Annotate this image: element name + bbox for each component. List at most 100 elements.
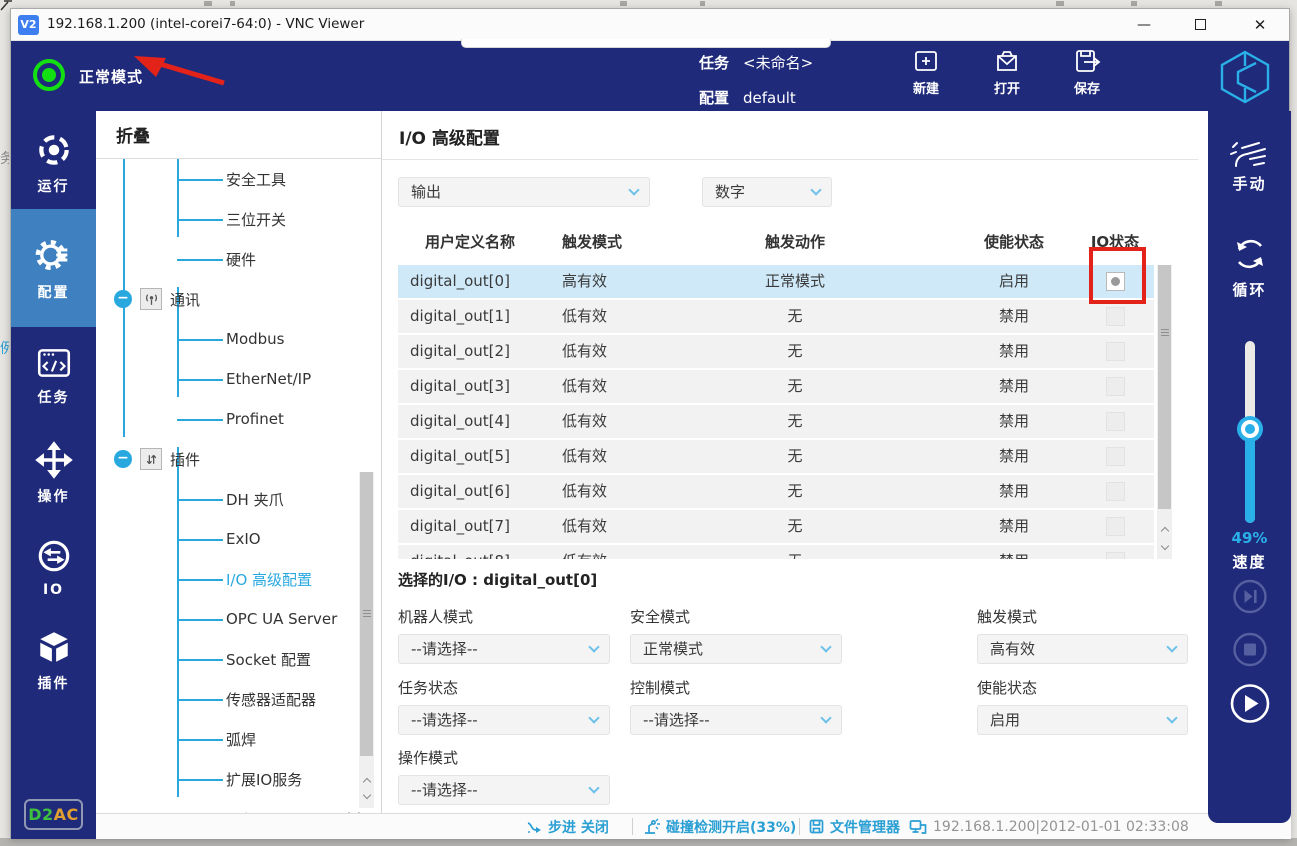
table-row[interactable]: digital_out[1] 低有效 无 禁用 xyxy=(398,300,1154,333)
tree-item[interactable]: − 插件 xyxy=(96,439,346,479)
tree-item[interactable]: − Profinet xyxy=(96,399,346,439)
tree-item[interactable]: − 传感器适配器 xyxy=(96,679,346,719)
loop-mode-label[interactable]: 循环 xyxy=(1208,279,1291,300)
save-button[interactable]: 保存 xyxy=(1056,47,1118,97)
io-state-indicator[interactable] xyxy=(1106,377,1125,396)
scroll-up-icon[interactable] xyxy=(359,774,374,790)
tree-item-label: EtherNet/IP xyxy=(226,370,311,388)
form-field-select[interactable]: --请选择-- xyxy=(398,634,610,664)
tree-scrollbar[interactable] xyxy=(359,472,374,808)
table-row[interactable]: digital_out[8] 低有效 无 禁用 xyxy=(398,545,1154,559)
tree-item-label: Socket 配置 xyxy=(226,649,311,670)
enable-state-cell: 禁用 xyxy=(954,475,1074,508)
table-scrollbar[interactable] xyxy=(1157,265,1172,559)
io-state-indicator[interactable] xyxy=(1106,482,1125,501)
desktop-fragment xyxy=(1215,1,1222,6)
form-field: 操作模式 --请选择-- xyxy=(398,747,610,805)
tree-item[interactable]: − ExIO xyxy=(96,519,346,559)
io-type-select[interactable]: 数字 xyxy=(702,177,832,207)
chevron-down-icon xyxy=(820,641,831,652)
io-state-indicator[interactable] xyxy=(1106,552,1125,559)
tree-header[interactable]: 折叠 xyxy=(96,111,381,159)
form-field-select[interactable]: --请选择-- xyxy=(630,705,842,735)
minimize-button[interactable]: — xyxy=(1123,9,1165,40)
form-field-select[interactable]: --请选择-- xyxy=(398,775,610,805)
sidebar-item-task[interactable]: 任务 xyxy=(11,327,96,425)
file-manager-button[interactable]: 文件管理器 xyxy=(808,814,900,839)
tree-item[interactable]: − OPC UA Server xyxy=(96,599,346,639)
table-row[interactable]: digital_out[0] 高有效 正常模式 启用 xyxy=(398,265,1154,298)
tree-item[interactable]: − 三位开关 xyxy=(96,199,346,239)
sidebar-item-plugin[interactable]: 插件 xyxy=(11,613,96,708)
form-field-select[interactable]: 高有效 xyxy=(977,634,1188,664)
speed-slider-fill xyxy=(1245,429,1255,523)
step-mode-status[interactable]: 步进 关闭 xyxy=(526,814,609,839)
new-button[interactable]: 新建 xyxy=(895,47,957,97)
manual-mode-label[interactable]: 手动 xyxy=(1208,173,1291,194)
window-titlebar[interactable]: V2 192.168.1.200 (intel-corei7-64:0) - V… xyxy=(11,9,1289,41)
io-direction-select[interactable]: 输出 xyxy=(398,177,650,207)
scrollbar-thumb[interactable] xyxy=(360,472,373,756)
play-button[interactable] xyxy=(1229,683,1270,724)
tree-item[interactable]: − 弧焊 xyxy=(96,719,346,759)
vnc-toolbar-notch[interactable] xyxy=(461,39,831,48)
speed-slider-thumb[interactable] xyxy=(1237,416,1263,442)
step-forward-button[interactable] xyxy=(1232,579,1267,614)
form-field-value: --请选择-- xyxy=(411,781,478,799)
tree-item-label: DH 夹爪 xyxy=(226,489,284,510)
io-state-indicator[interactable] xyxy=(1106,517,1125,536)
table-row[interactable]: digital_out[2] 低有效 无 禁用 xyxy=(398,335,1154,368)
open-button[interactable]: 打开 xyxy=(976,47,1038,97)
io-state-indicator[interactable] xyxy=(1106,447,1125,466)
sidebar-item-operate[interactable]: 操作 xyxy=(11,425,96,521)
table-row[interactable]: digital_out[6] 低有效 无 禁用 xyxy=(398,475,1154,508)
desktop-fragment xyxy=(700,1,705,6)
chevron-down-icon xyxy=(588,641,599,652)
collision-detect-status[interactable]: 碰撞检测开启(33%) xyxy=(642,814,796,839)
scroll-down-icon[interactable] xyxy=(1157,541,1172,557)
tree-item[interactable]: − 远程 TCP & 工具路径 xyxy=(96,799,346,813)
enable-state-cell: 禁用 xyxy=(954,405,1074,438)
scroll-down-icon[interactable] xyxy=(359,790,374,806)
tree-item[interactable]: − 通讯 xyxy=(96,279,346,319)
d2ac-logo[interactable]: D2AC xyxy=(24,799,83,830)
tree-item-label: I/O 高级配置 xyxy=(226,569,312,590)
tree-item[interactable]: − DH 夹爪 xyxy=(96,479,346,519)
tree-item[interactable]: − 硬件 xyxy=(96,239,346,279)
collapse-minus-icon[interactable]: − xyxy=(114,290,132,308)
speed-label: 速度 xyxy=(1208,551,1291,572)
maximize-button[interactable] xyxy=(1179,9,1221,40)
form-field-select[interactable]: 正常模式 xyxy=(630,634,842,664)
tree-item[interactable]: − I/O 高级配置 xyxy=(96,559,346,599)
tree-item[interactable]: − Socket 配置 xyxy=(96,639,346,679)
form-field-select[interactable]: --请选择-- xyxy=(398,705,610,735)
scrollbar-thumb[interactable] xyxy=(1158,265,1171,509)
tree-item[interactable]: − 安全工具 xyxy=(96,159,346,199)
table-row[interactable]: digital_out[3] 低有效 无 禁用 xyxy=(398,370,1154,403)
collapse-minus-icon[interactable]: − xyxy=(114,450,132,468)
form-field-value: 启用 xyxy=(990,711,1020,729)
table-row[interactable]: digital_out[4] 低有效 无 禁用 xyxy=(398,405,1154,438)
desktop-fragment xyxy=(204,1,212,6)
form-field: 控制模式 --请选择-- xyxy=(630,677,842,735)
io-state-indicator[interactable] xyxy=(1106,412,1125,431)
tree-item[interactable]: − EtherNet/IP xyxy=(96,359,346,399)
table-row[interactable]: digital_out[5] 低有效 无 禁用 xyxy=(398,440,1154,473)
table-row[interactable]: digital_out[7] 低有效 无 禁用 xyxy=(398,510,1154,543)
form-field-select[interactable]: 启用 xyxy=(977,705,1188,735)
tree-item-label: OPC UA Server xyxy=(226,610,337,628)
sidebar-item-run[interactable]: 运行 xyxy=(11,117,96,209)
tree-item-label: 扩展IO服务 xyxy=(226,769,302,790)
tree-item-label: 插件 xyxy=(170,449,200,470)
tree-item[interactable]: − Modbus xyxy=(96,319,346,359)
tree-item[interactable]: − 扩展IO服务 xyxy=(96,759,346,799)
tree-item-label: Modbus xyxy=(226,330,284,348)
scroll-up-icon[interactable] xyxy=(1157,523,1172,539)
enable-state-cell: 禁用 xyxy=(954,545,1074,559)
stop-button[interactable] xyxy=(1232,632,1267,667)
sidebar-item-config[interactable]: 配置 xyxy=(11,209,96,327)
sidebar-item-io[interactable]: IO xyxy=(11,521,96,613)
close-button[interactable]: ✕ xyxy=(1239,9,1281,40)
io-state-indicator[interactable] xyxy=(1106,307,1125,326)
io-state-indicator[interactable] xyxy=(1106,342,1125,361)
